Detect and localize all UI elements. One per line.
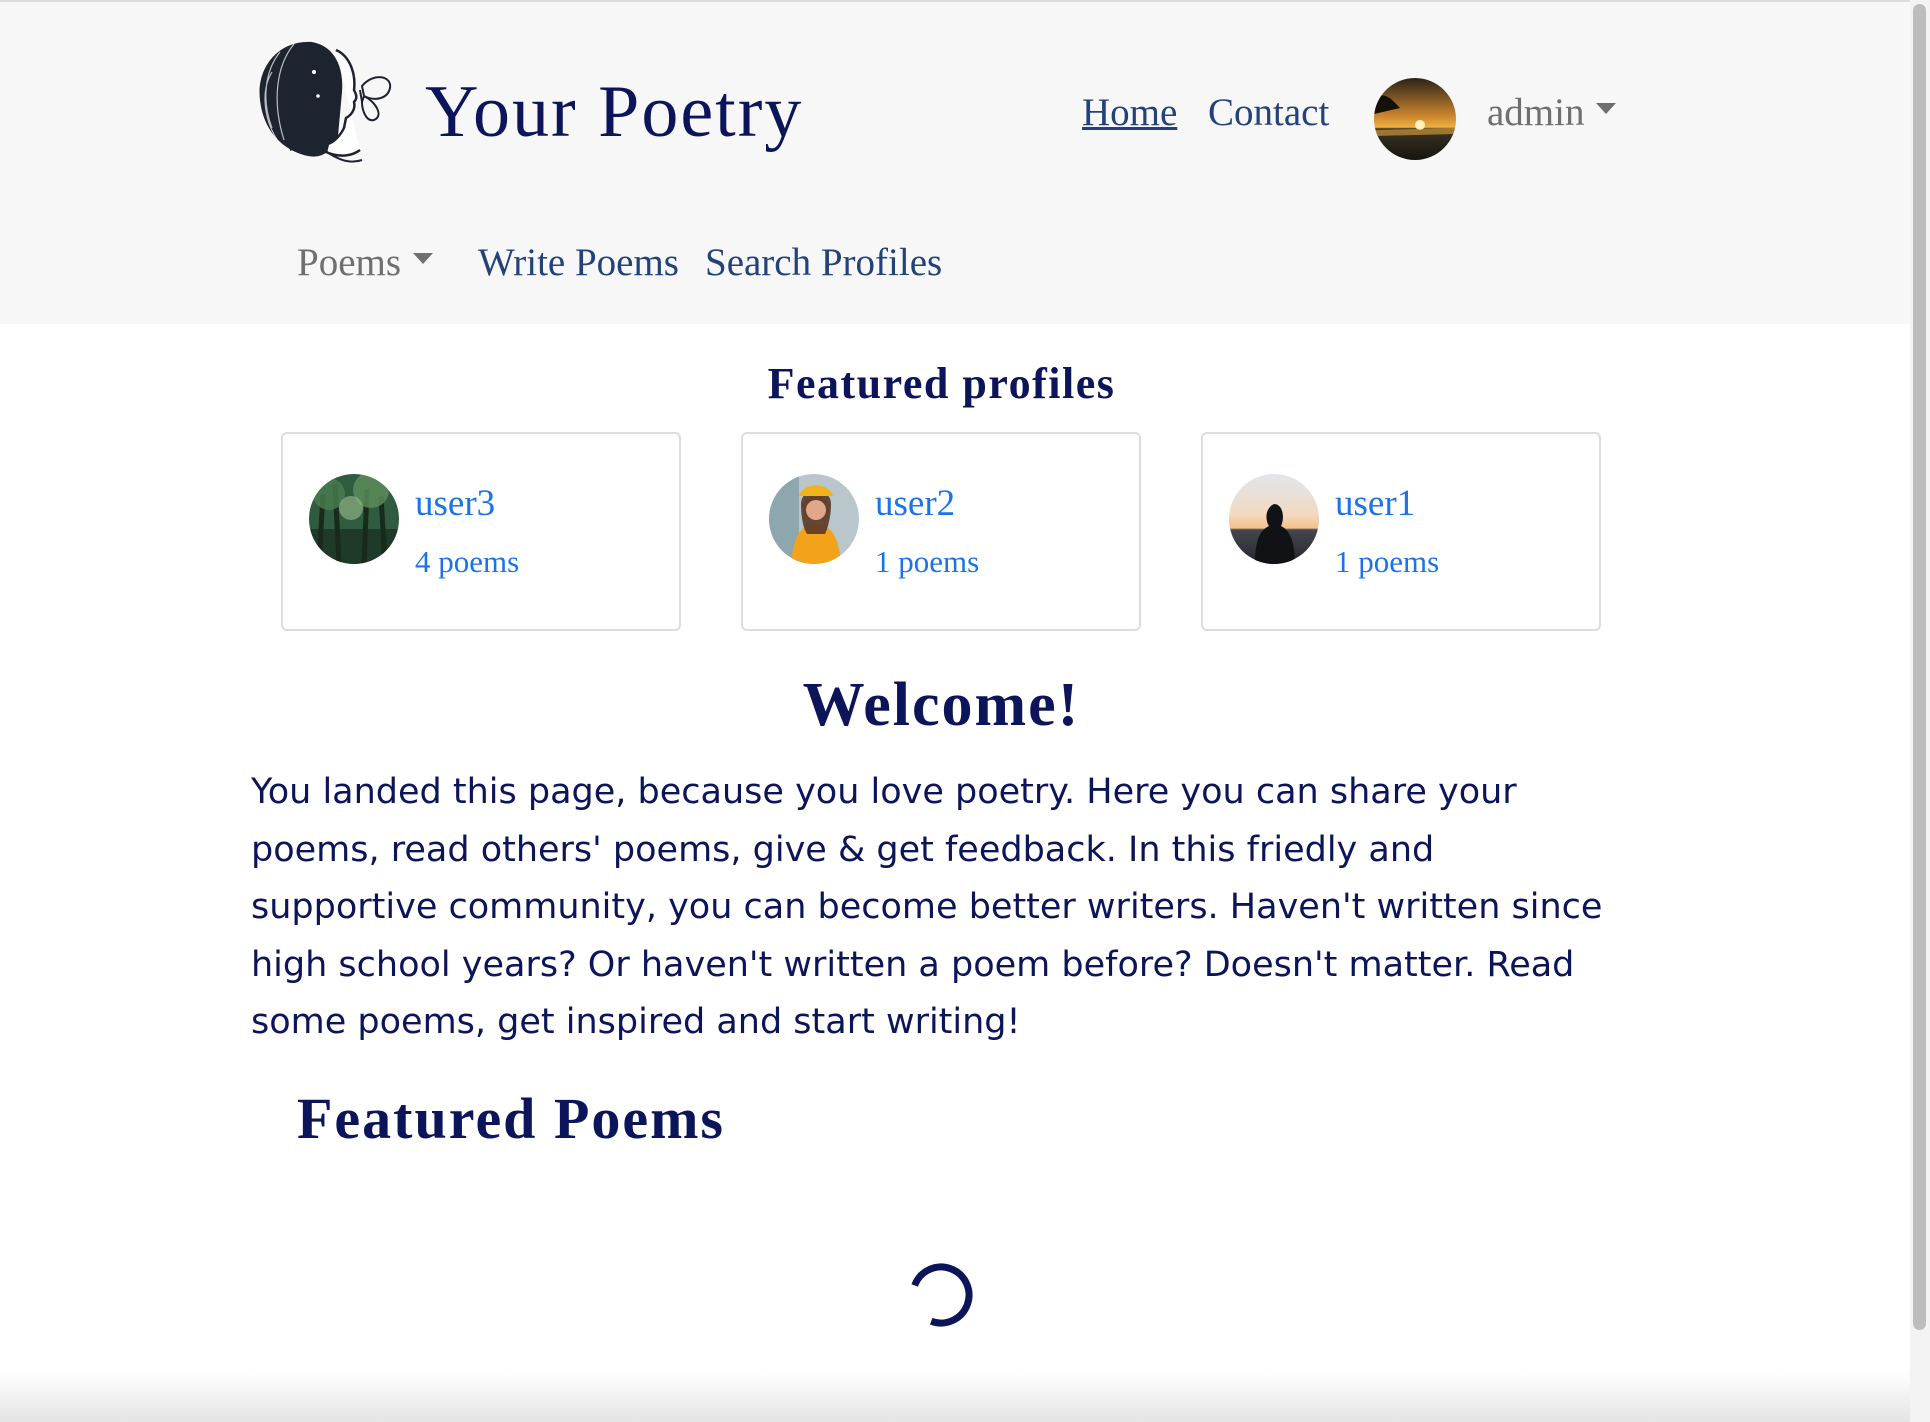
chevron-down-icon [413,252,434,264]
featured-poems-heading: Featured Poems [297,1086,725,1151]
profile-name[interactable]: user3 [415,482,495,525]
scrollbar-thumb[interactable] [1913,4,1926,1330]
welcome-text: You landed this page, because you love p… [251,772,1603,1042]
nav-write-poems-link[interactable]: Write Poems [478,240,679,285]
profile-name[interactable]: user1 [1335,482,1415,525]
featured-profiles-heading: Featured profiles [767,359,1116,408]
profile-card-user1[interactable]: user1 1 poems [1201,432,1601,631]
profile-name[interactable]: user2 [875,482,955,525]
user-dropdown-toggle[interactable]: admin [1487,90,1617,135]
welcome-heading: Welcome! [802,671,1081,739]
chevron-down-icon [1596,102,1617,114]
profile-poem-count[interactable]: 1 poems [875,544,979,580]
profile-poem-count[interactable]: 1 poems [1335,544,1439,580]
loading-spinner-icon [908,1262,974,1328]
user-avatar[interactable] [1374,78,1456,160]
navbar: Your Poetry Home Contact admin Poems Wri… [0,0,1915,324]
nav-home-link[interactable]: Home [1082,90,1177,135]
profile-card-user2[interactable]: user2 1 poems [741,432,1141,631]
poems-dropdown-toggle[interactable]: Poems [297,240,434,285]
nav-contact-link[interactable]: Contact [1208,90,1329,135]
silhouette-sunset-avatar[interactable] [1229,474,1319,564]
site-title[interactable]: Your Poetry [425,70,803,155]
poems-menu-label: Poems [297,241,402,284]
user-name: admin [1487,91,1585,134]
yellow-hoodie-avatar[interactable] [769,474,859,564]
profile-poem-count[interactable]: 4 poems [415,544,519,580]
profile-card-user3[interactable]: user3 4 poems [281,432,681,631]
woman-butterfly-logo-icon[interactable] [250,32,398,170]
nav-search-profiles-link[interactable]: Search Profiles [705,240,942,285]
forest-avatar[interactable] [309,474,399,564]
bottom-fade [0,1372,1910,1422]
